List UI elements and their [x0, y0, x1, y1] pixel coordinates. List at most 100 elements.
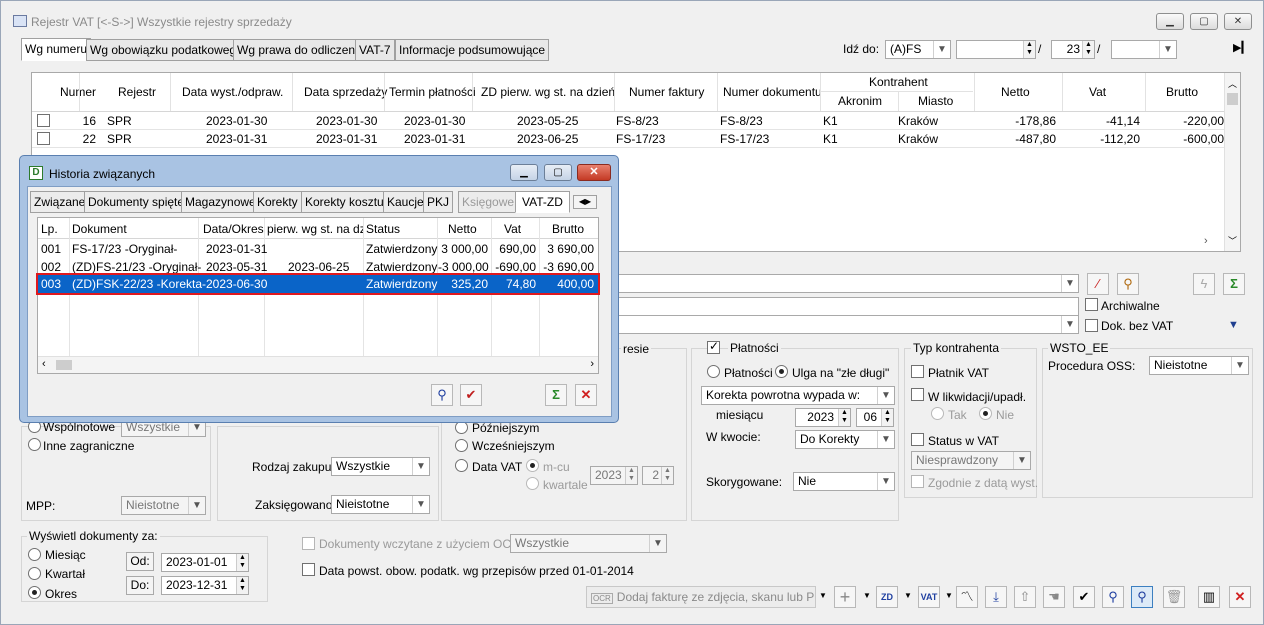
tab-informacje[interactable]: Informacje podsumowujące	[395, 39, 550, 61]
tab-wg-prawa[interactable]: Wg prawa do odliczenia	[233, 39, 369, 61]
zaksiegowano-combo[interactable]: Nieistotne ▼	[331, 495, 430, 514]
preview-icon[interactable]: ⚲	[1131, 586, 1153, 608]
header-netto[interactable]: Netto	[1001, 85, 1030, 99]
header-brutto[interactable]: Brutto	[1166, 85, 1198, 99]
skorygowane-combo[interactable]: Nie ▼	[793, 472, 895, 491]
ptab-magazynowe[interactable]: Magazynowe	[181, 191, 260, 213]
popup-approve-icon[interactable]: ✔	[460, 384, 482, 406]
dodaj-dropdown-icon[interactable]: ▼	[819, 591, 827, 600]
hand-icon[interactable]: ☚	[1043, 586, 1065, 608]
goto-number-input[interactable]: ▲ ▼	[956, 40, 1036, 59]
popup-sum-icon[interactable]: Σ	[545, 384, 567, 406]
vat-icon[interactable]: VAT	[918, 586, 940, 608]
inne-zagraniczne-radio[interactable]	[28, 438, 41, 451]
lightning-icon[interactable]: ϟ	[1193, 273, 1215, 295]
pheader-brutto[interactable]: Brutto	[552, 222, 584, 236]
platnik-vat-checkbox[interactable]	[911, 365, 924, 378]
import-icon[interactable]: ⤓	[985, 586, 1007, 608]
filter-combo-1[interactable]: ▼	[617, 274, 1079, 293]
approve-icon[interactable]: ✔	[1073, 586, 1095, 608]
table-row-selected[interactable]: 003 (ZD)FSK-22/23 -Korekta- 2023-06-30 Z…	[36, 273, 600, 295]
header-data-wyst[interactable]: Data wyst./odpraw.	[182, 85, 283, 99]
do-button[interactable]: Do:	[126, 576, 154, 595]
header-vat[interactable]: Vat	[1089, 85, 1106, 99]
header-data-sprz[interactable]: Data sprzedaży	[304, 85, 387, 99]
goto-combo[interactable]: (A)FS ▼	[885, 40, 951, 59]
wczesniejszym-radio[interactable]	[455, 439, 468, 452]
ptab-scroll-icon[interactable]: ◀▶	[573, 195, 597, 209]
status-combo[interactable]: Niesprawdzony ▼	[911, 451, 1031, 470]
table-row[interactable]: 001 FS-17/23 -Oryginał- 2023-01-31 Zatwi…	[38, 239, 598, 257]
expand-down-icon[interactable]: ▼	[1228, 319, 1239, 331]
miesiac-radio[interactable]	[28, 548, 41, 561]
header-numer[interactable]: Numer	[60, 85, 96, 99]
vat-year-input[interactable]: 2023 ▲ ▼	[590, 466, 638, 485]
m-cu-radio[interactable]	[526, 459, 539, 472]
popup-close-button[interactable]: ✕	[577, 164, 611, 181]
table-row[interactable]: 22 SPR 2023-01-31 2023-01-31 2023-01-31 …	[32, 130, 1224, 148]
delete-icon[interactable]: 🗑	[1163, 586, 1185, 608]
kwartal-radio[interactable]	[28, 567, 41, 580]
popup-close-x-icon[interactable]: ✕	[575, 384, 597, 406]
miesiacu-year-input[interactable]: 2023 ▲ ▼	[795, 408, 851, 427]
od-button[interactable]: Od:	[126, 552, 154, 571]
add-dropdown-icon[interactable]: ▼	[863, 591, 871, 600]
status-w-vat-checkbox[interactable]	[911, 433, 924, 446]
popup-maximize-button[interactable]: ▢	[544, 164, 572, 181]
rodzaj-zakupu-combo[interactable]: Wszystkie ▼	[331, 457, 430, 476]
ptab-vat-zd[interactable]: VAT-ZD	[515, 191, 570, 213]
scroll-right-arrow[interactable]: ›	[1204, 235, 1208, 247]
pheader-netto[interactable]: Netto	[448, 222, 477, 236]
search-icon[interactable]: ⚲	[1102, 586, 1124, 608]
tab-wg-obowiazku[interactable]: Wg obowiązku podatkowego	[86, 39, 247, 61]
okres-radio[interactable]	[28, 586, 41, 599]
archiwalne-checkbox[interactable]	[1085, 298, 1098, 311]
vat-month-input[interactable]: 2 ▲ ▼	[642, 466, 674, 485]
goto-year-input[interactable]: 23 ▲ ▼	[1051, 40, 1095, 59]
do-date-input[interactable]: 2023-12-31 ▲ ▼	[161, 576, 249, 595]
chart-icon[interactable]: 〽	[956, 586, 978, 608]
platnosci-group-checkbox[interactable]	[707, 339, 720, 354]
data-powst-checkbox[interactable]	[302, 563, 315, 576]
filter-input-2[interactable]	[617, 297, 1079, 316]
pheader-status[interactable]: Status	[366, 222, 400, 236]
vat-dropdown-icon[interactable]: ▼	[945, 591, 953, 600]
od-date-input[interactable]: 2023-01-01 ▲ ▼	[161, 553, 249, 572]
procedura-oss-combo[interactable]: Nieistotne ▼	[1149, 356, 1249, 375]
row-checkbox[interactable]	[37, 114, 50, 127]
row-checkbox[interactable]	[37, 132, 50, 145]
scroll-right-icon[interactable]: ▶▎	[1233, 41, 1250, 54]
header-miasto[interactable]: Miasto	[918, 94, 953, 108]
pheader-dokument[interactable]: Dokument	[72, 222, 127, 236]
tab-wg-numeru[interactable]: Wg numeru	[21, 38, 92, 61]
close-button[interactable]: ✕	[1224, 13, 1252, 30]
kwartale-radio[interactable]	[526, 477, 539, 490]
filter-combo-3[interactable]: ▼	[617, 315, 1079, 334]
korekta-combo[interactable]: Korekta powrotna wypada w: ▼	[701, 386, 895, 405]
header-zd[interactable]: ZD pierw. wg st. na dzień	[481, 85, 615, 99]
ptab-pkj[interactable]: PKJ	[423, 191, 454, 213]
platnosci-radio[interactable]	[707, 365, 720, 378]
header-kontrahent[interactable]: Kontrahent	[869, 75, 928, 89]
minimize-button[interactable]: ▁	[1156, 13, 1184, 30]
tak-radio[interactable]	[931, 407, 944, 420]
clear-filter-icon[interactable]: ⁄	[1087, 273, 1109, 295]
goto-series-combo[interactable]: ▼	[1111, 40, 1177, 59]
pheader-lp[interactable]: Lp.	[41, 222, 58, 236]
ptab-korekty[interactable]: Korekty	[253, 191, 302, 213]
miesiacu-month-input[interactable]: 06 ▲ ▼	[856, 408, 894, 427]
ptab-ksiegowe[interactable]: Księgowe	[458, 191, 519, 213]
pheader-data[interactable]: Data/Okres	[203, 222, 264, 236]
zd-icon[interactable]: ZD	[876, 586, 898, 608]
ocr-checkbox[interactable]	[302, 537, 315, 550]
dodaj-ocr-button[interactable]: OCR Dodaj fakturę ze zdjęcia, skanu lub P…	[586, 586, 816, 608]
tab-vat7[interactable]: VAT-7	[355, 39, 395, 61]
close-x-icon[interactable]: ✕	[1229, 586, 1251, 608]
table-row[interactable]: 16 SPR 2023-01-30 2023-01-30 2023-01-30 …	[32, 112, 1224, 130]
filter-tool-icon[interactable]: ⚲	[1117, 273, 1139, 295]
columns-icon[interactable]: ▥	[1198, 586, 1220, 608]
ocr-combo[interactable]: Wszystkie ▼	[510, 534, 667, 553]
header-nr-dok[interactable]: Numer dokumentu	[723, 85, 822, 99]
ptab-zwiazane[interactable]: Związane	[30, 191, 90, 213]
maximize-button[interactable]: ▢	[1190, 13, 1218, 30]
